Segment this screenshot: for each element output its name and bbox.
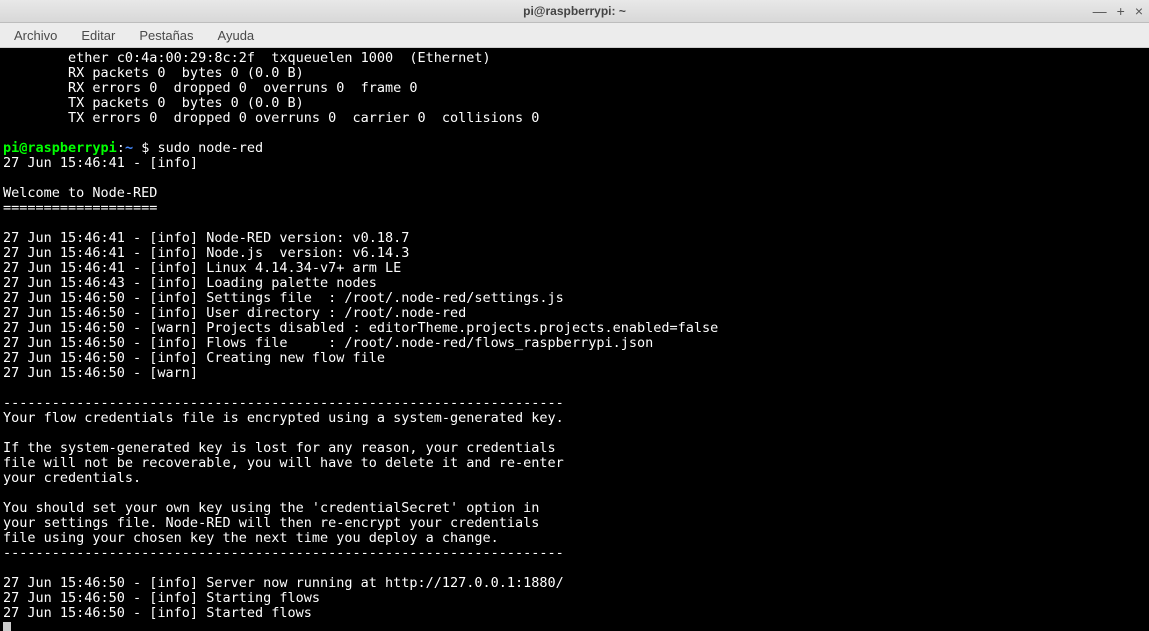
menu-pestanas[interactable]: Pestañas [135,26,197,45]
menu-ayuda[interactable]: Ayuda [214,26,259,45]
window-titlebar: pi@raspberrypi: ~ — + × [0,0,1149,23]
minimize-button[interactable]: — [1093,4,1107,18]
menu-editar[interactable]: Editar [77,26,119,45]
close-button[interactable]: × [1135,4,1143,18]
maximize-button[interactable]: + [1117,4,1125,18]
window-controls: — + × [1093,0,1143,22]
menu-archivo[interactable]: Archivo [10,26,61,45]
window-title: pi@raspberrypi: ~ [0,4,1149,18]
menu-bar: Archivo Editar Pestañas Ayuda [0,23,1149,48]
terminal-output[interactable]: ether c0:4a:00:29:8c:2f txqueuelen 1000 … [0,48,1149,631]
